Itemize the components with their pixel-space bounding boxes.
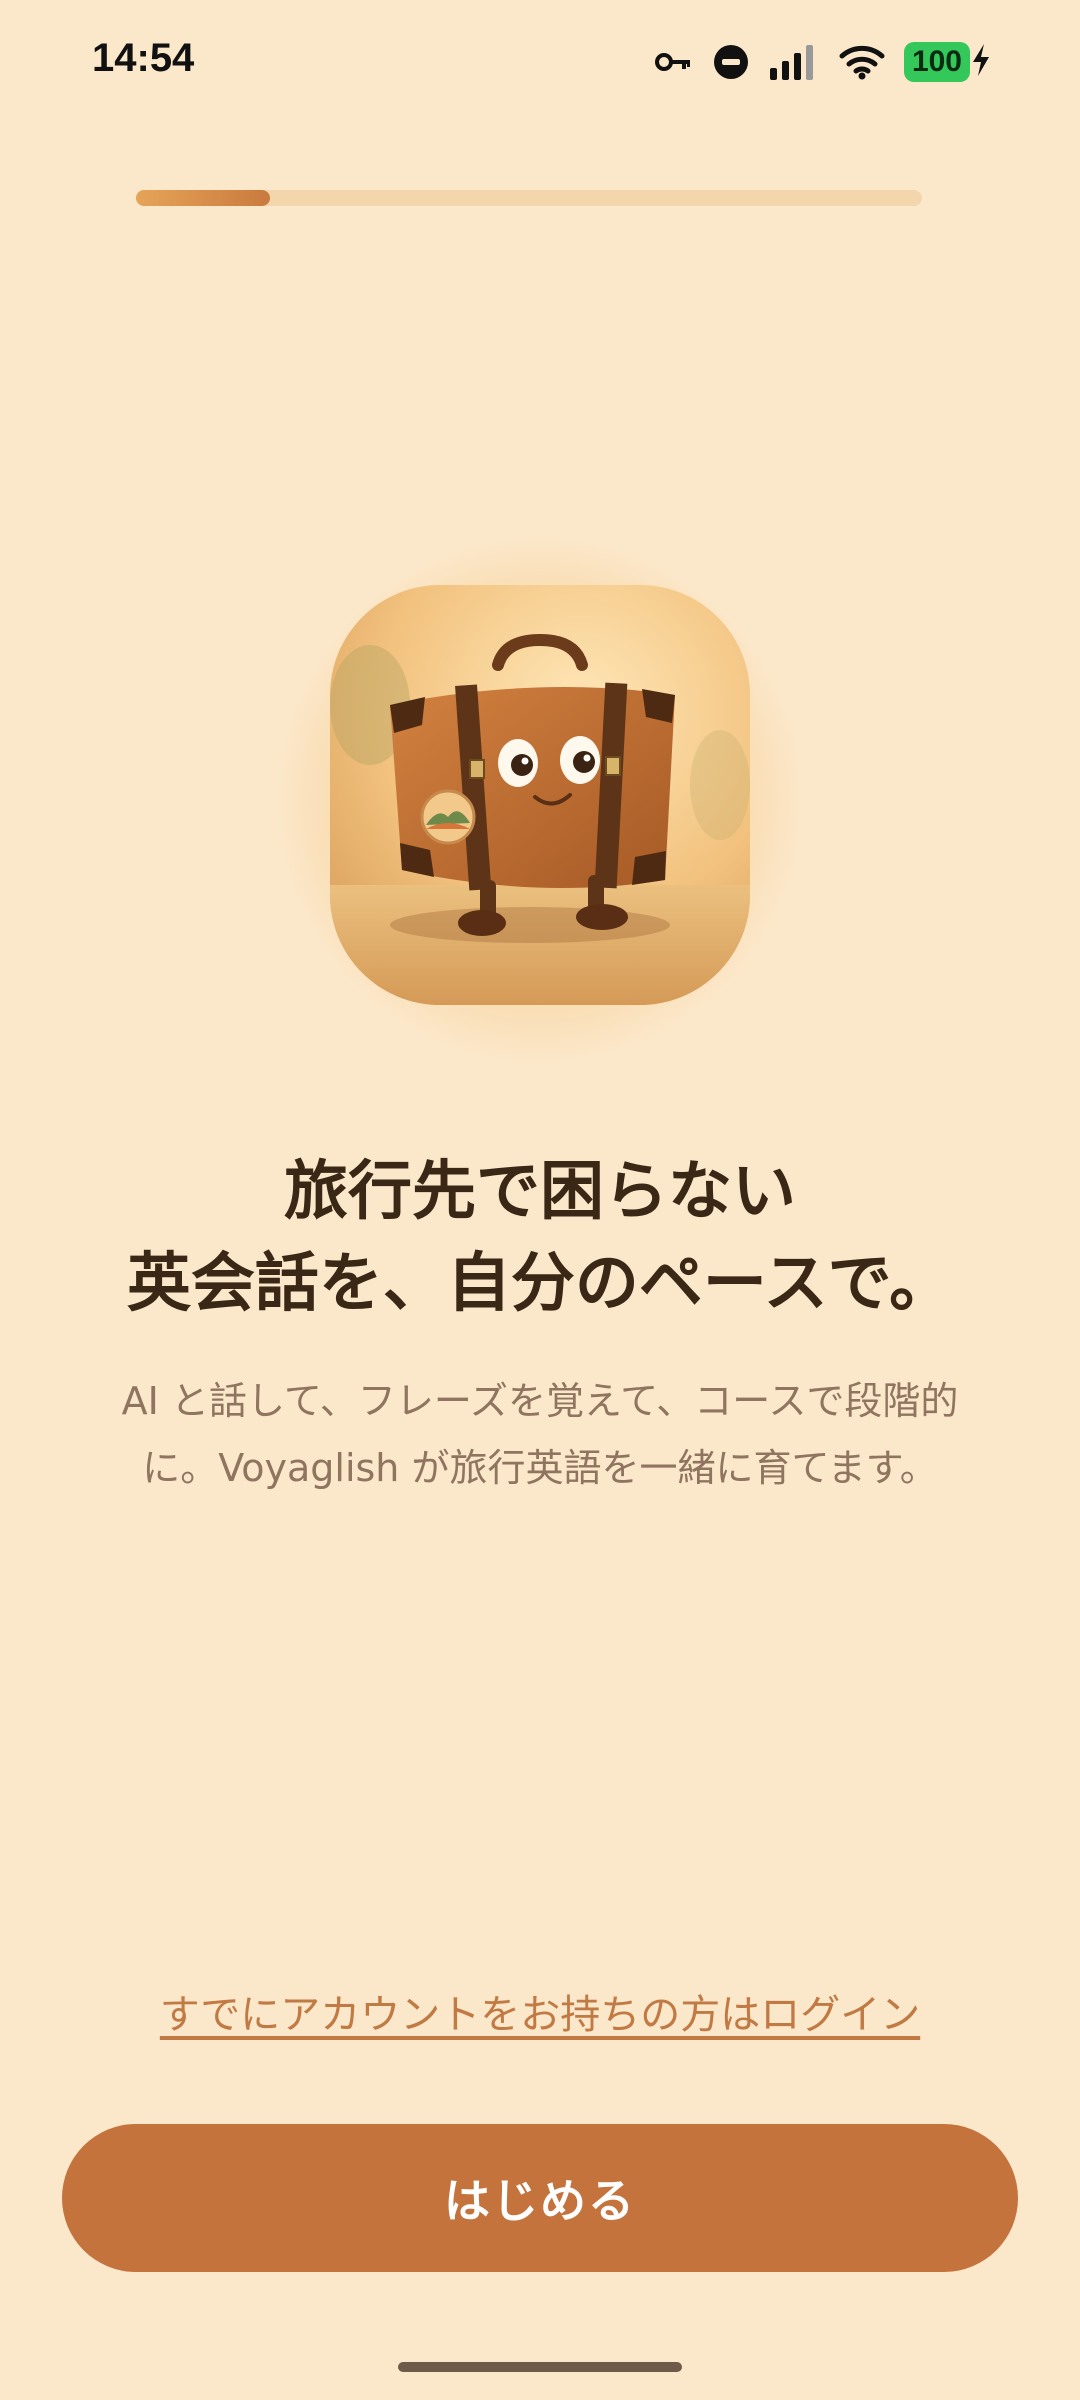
battery-level: 100 (903, 42, 970, 82)
home-indicator[interactable] (398, 2362, 682, 2372)
headline-line-2: 英会話を、自分のペースで。 (126, 1247, 954, 1321)
description-line-1: AI と話して、フレーズを覚えて、コースで段階的 (121, 1379, 959, 1423)
status-bar: 14:54 100 (0, 0, 1080, 120)
start-button[interactable]: はじめる (62, 2124, 1018, 2272)
login-link[interactable]: すでにアカウントをお持ちの方はログイン (0, 1982, 1080, 2040)
status-clock: 14:54 (92, 36, 195, 80)
battery-charging-icon (970, 42, 992, 82)
onboarding-progress-fill (136, 190, 270, 206)
wifi-icon (838, 44, 886, 80)
headline-line-1: 旅行先で困らない (284, 1155, 796, 1229)
description-line-2: に。Voyaglish が旅行英語を一緒に育てます。 (142, 1446, 938, 1490)
status-icons: 100 (654, 38, 992, 86)
suitcase-mascot-illustration (330, 585, 750, 1005)
onboarding-progress-bar (136, 190, 922, 206)
do-not-disturb-icon (712, 43, 750, 81)
vpn-key-icon (654, 50, 694, 74)
battery-indicator: 100 (903, 42, 992, 82)
signal-icon (768, 44, 820, 80)
